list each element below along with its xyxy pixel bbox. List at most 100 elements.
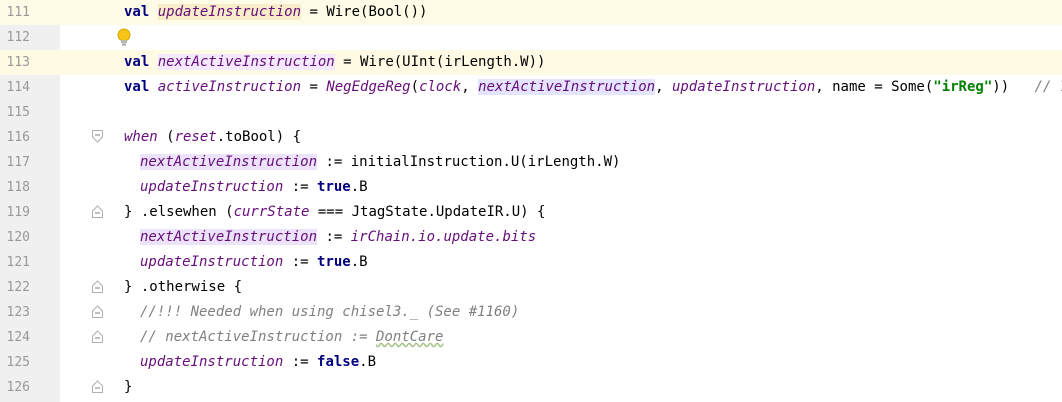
line-number: 121 (6, 255, 30, 270)
code-token: clock (419, 79, 462, 95)
code-token: DontCare (376, 329, 444, 345)
code-line[interactable]: 111 val updateInstruction = Wire(Bool()) (0, 0, 1062, 25)
line-number: 111 (6, 5, 30, 20)
line-number: 124 (6, 330, 30, 345)
line-number: 113 (6, 55, 30, 70)
code-token: "irReg" (933, 79, 993, 95)
code-token: } .elsewhen ( (124, 204, 234, 220)
code-token: // nextActiveInstruction := (140, 329, 377, 345)
code-line[interactable]: 123 //!!! Needed when using chisel3._ (Se… (0, 300, 1062, 325)
code-token: := (317, 229, 351, 245)
code-text: val activeInstruction = NegEdgeReg(clock… (124, 75, 1062, 100)
code-text: // nextActiveInstruction := DontCare (140, 325, 443, 350)
code-token: //!!! Needed when using chisel3._ (See #… (140, 304, 520, 320)
code-editor[interactable]: 111 val updateInstruction = Wire(Bool()) 1… (0, 0, 1062, 402)
code-line[interactable]: 120 nextActiveInstruction := irChain.io.u… (0, 225, 1062, 250)
code-token: nextActiveInstruction (140, 229, 318, 245)
fold-close-icon[interactable] (92, 205, 103, 218)
code-lines: 111 val updateInstruction = Wire(Bool()) 1… (0, 0, 1062, 400)
line-number: 119 (6, 205, 30, 220)
code-token: nextActiveInstruction (140, 154, 318, 170)
fold-close-icon[interactable] (92, 330, 103, 343)
code-line[interactable]: 114 val activeInstruction = NegEdgeReg(cl… (0, 75, 1062, 100)
code-text: nextActiveInstruction := irChain.io.upda… (140, 225, 536, 250)
code-token: updateInstruction (157, 4, 302, 20)
code-text: when (reset.toBool) { (124, 125, 301, 150)
code-token: updateInstruction (140, 354, 284, 370)
fold-close-icon[interactable] (92, 380, 103, 393)
code-token: false (317, 354, 360, 370)
code-token: )) (992, 79, 1035, 95)
code-line[interactable]: 121 updateInstruction := true.B (0, 250, 1062, 275)
code-token: reset (174, 129, 217, 145)
code-text: } .otherwise { (124, 275, 242, 300)
code-token: updateInstruction (140, 254, 284, 270)
code-token: true (317, 254, 351, 270)
code-token: val (124, 54, 150, 70)
code-token: , name = Some( (815, 79, 934, 95)
code-token: .toBool) { (216, 129, 302, 145)
line-number: 120 (6, 230, 30, 245)
code-line[interactable]: 113 val nextActiveInstruction = Wire(UInt… (0, 50, 1062, 75)
code-token: .B (350, 179, 368, 195)
code-token: updateInstruction (140, 179, 284, 195)
code-token: := initialInstruction.U(irLength.W) (317, 154, 621, 170)
code-token: , (655, 79, 672, 95)
lightbulb-icon[interactable] (116, 28, 132, 47)
code-line[interactable]: 112 (0, 25, 1062, 50)
code-token: updateInstruction (671, 79, 816, 95)
code-token: when (124, 129, 158, 145)
code-token: currState (233, 204, 310, 220)
code-token: ( (410, 79, 420, 95)
code-text: nextActiveInstruction := initialInstruct… (140, 150, 620, 175)
code-text: updateInstruction := true.B (140, 175, 368, 200)
code-token: val (124, 79, 150, 95)
code-text: //!!! Needed when using chisel3._ (See #… (140, 300, 519, 325)
code-line[interactable]: 126} (0, 375, 1062, 400)
code-line[interactable]: 122 } .otherwise { (0, 275, 1062, 300)
line-number: 118 (6, 180, 30, 195)
line-number: 116 (6, 130, 30, 145)
code-line[interactable]: 116 when (reset.toBool) { (0, 125, 1062, 150)
line-number: 114 (6, 80, 30, 95)
code-token: } .otherwise { (124, 279, 243, 295)
code-token: := (283, 179, 318, 195)
line-number: 115 (6, 105, 30, 120)
code-line[interactable]: 119 } .elsewhen (currState === JtagState.… (0, 200, 1062, 225)
line-number: 123 (6, 305, 30, 320)
code-token: = (301, 79, 327, 95)
code-token: irChain.io.update.bits (350, 229, 537, 245)
code-line[interactable]: 117 nextActiveInstruction := initialInstr… (0, 150, 1062, 175)
line-number: 125 (6, 355, 30, 370)
code-token: , (461, 79, 479, 95)
code-token: true (317, 179, 351, 195)
line-number: 122 (6, 280, 30, 295)
code-line[interactable]: 124 // nextActiveInstruction := DontCare (0, 325, 1062, 350)
code-line[interactable]: 118 updateInstruction := true.B (0, 175, 1062, 200)
code-token: = Wire(UInt(irLength.W)) (334, 54, 546, 70)
code-text: updateInstruction := true.B (140, 250, 368, 275)
fold-close-icon[interactable] (92, 305, 103, 318)
code-line[interactable]: 125 updateInstruction := false.B (0, 350, 1062, 375)
fold-open-icon[interactable] (92, 130, 103, 143)
code-token: val (124, 4, 150, 20)
code-token: === JtagState.UpdateIR.U) { (309, 204, 546, 220)
code-token: } (124, 379, 133, 395)
code-token: .B (359, 354, 377, 370)
code-text: } (124, 375, 132, 400)
code-token: ( (157, 129, 175, 145)
code-token: nextActiveInstruction (157, 54, 335, 70)
line-number: 117 (6, 155, 30, 170)
fold-close-icon[interactable] (92, 280, 103, 293)
code-text: val updateInstruction = Wire(Bool()) (124, 0, 427, 25)
code-token: := (283, 254, 318, 270)
code-token: nextActiveInstruction (478, 79, 656, 95)
code-token: NegEdgeReg (326, 79, 411, 95)
code-text: updateInstruction := false.B (140, 350, 376, 375)
code-token: = Wire(Bool()) (301, 4, 428, 20)
code-token: .B (350, 254, 368, 270)
code-line[interactable]: 115 (0, 100, 1062, 125)
